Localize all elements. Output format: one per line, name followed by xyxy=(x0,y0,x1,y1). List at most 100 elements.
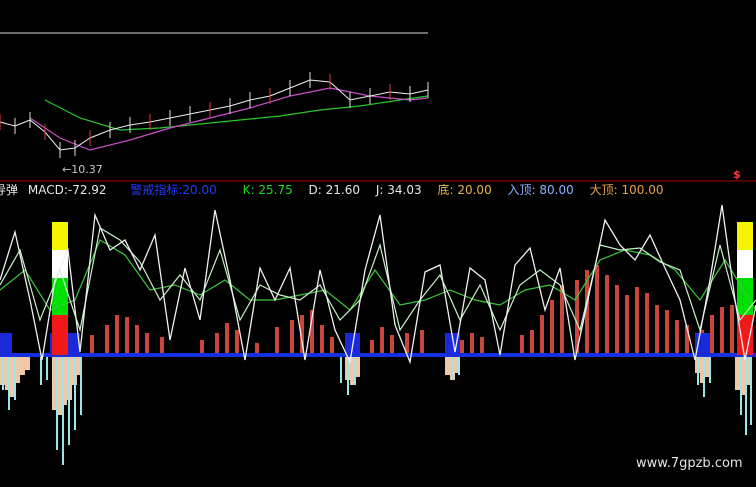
blue-block xyxy=(695,333,710,355)
red-bar xyxy=(200,340,204,355)
top-readout: 大顶: 100.00 xyxy=(590,183,670,197)
red-bar xyxy=(420,330,424,355)
red-bar xyxy=(615,285,619,355)
macd-readout: MACD:-72.92 xyxy=(28,183,117,197)
peach-bar xyxy=(445,355,450,375)
bottom-readout: 底: 20.00 xyxy=(437,183,501,197)
blue-block xyxy=(0,333,12,355)
red-bar xyxy=(330,337,334,355)
cyan-bar xyxy=(2,355,4,390)
price-low-annotation: ←10.37 xyxy=(62,163,103,176)
red-bar xyxy=(520,335,524,355)
red-bar xyxy=(320,325,324,355)
red-bar xyxy=(275,327,279,355)
top-label: 大顶: xyxy=(589,183,618,197)
red-bar xyxy=(530,330,534,355)
red-bar xyxy=(665,310,669,355)
faded-label: 警戒指标: xyxy=(130,183,183,197)
indicator-header: 导弹 MACD:-72.92 警戒指标:20.00 K: 25.75 D: 21… xyxy=(0,182,675,198)
red-bar xyxy=(480,337,484,355)
red-bar xyxy=(645,293,649,355)
band-white xyxy=(737,250,753,278)
histogram-bars xyxy=(0,265,756,465)
peach-bar xyxy=(20,355,25,375)
red-bar xyxy=(115,315,119,355)
ma-green-line xyxy=(44,95,429,131)
entry-label: 入顶: xyxy=(507,183,536,197)
band-yellow xyxy=(52,222,68,250)
entry-readout: 入顶: 80.00 xyxy=(508,183,584,197)
j-readout: J: 34.03 xyxy=(376,183,432,197)
peach-bar xyxy=(25,355,30,370)
top-value: 100.00 xyxy=(621,183,664,197)
red-bar xyxy=(370,340,374,355)
cyan-bar xyxy=(46,355,48,380)
red-bar xyxy=(145,333,149,355)
red-bar xyxy=(460,340,464,355)
cyan-bar xyxy=(68,355,70,445)
price-panel xyxy=(0,72,429,158)
red-bar xyxy=(380,327,384,355)
kdj-j-line xyxy=(0,204,756,365)
faded-value: 20.00 xyxy=(182,183,217,197)
dollar-marker: $ xyxy=(733,168,741,181)
stock-chart xyxy=(0,32,756,465)
cyan-bar xyxy=(8,355,10,410)
red-bar xyxy=(390,335,394,355)
cyan-bar xyxy=(14,355,16,400)
k-readout: K: 25.75 xyxy=(243,183,303,197)
red-bar xyxy=(720,307,724,355)
cyan-bar xyxy=(709,355,711,383)
red-bar xyxy=(560,285,564,355)
red-bar xyxy=(135,325,139,355)
cyan-bar xyxy=(750,355,752,425)
red-bar xyxy=(105,325,109,355)
red-bar xyxy=(235,330,239,355)
cyan-bar xyxy=(62,355,64,465)
price-low-value: 10.37 xyxy=(71,163,103,176)
red-bar xyxy=(225,323,229,355)
red-bar xyxy=(125,317,129,355)
band-yellow xyxy=(737,222,753,250)
cyan-bar xyxy=(56,355,58,450)
red-bar xyxy=(635,287,639,355)
cyan-bar xyxy=(745,355,747,435)
cyan-bar xyxy=(703,355,705,397)
red-bar xyxy=(625,295,629,355)
cyan-bar xyxy=(458,355,460,375)
red-bar xyxy=(675,320,679,355)
cyan-bar xyxy=(80,355,82,415)
cyan-bar xyxy=(340,355,342,383)
red-bar xyxy=(290,320,294,355)
indicator-name: 导弹 xyxy=(0,183,19,197)
peach-bar xyxy=(735,355,740,390)
red-bar xyxy=(710,315,714,355)
d-value: 21.60 xyxy=(325,183,361,197)
cyan-bar xyxy=(451,355,453,380)
left-arrow-icon: ← xyxy=(62,163,72,176)
red-bar xyxy=(655,305,659,355)
j-value: 34.03 xyxy=(387,183,422,197)
cyan-bar xyxy=(740,355,742,415)
red-bar xyxy=(215,333,219,355)
faded-readout: 警戒指标:20.00 xyxy=(130,183,226,197)
red-bar xyxy=(595,265,599,355)
d-readout: D: 21.60 xyxy=(309,183,370,197)
kdj-k-line xyxy=(0,227,756,333)
red-bar xyxy=(550,300,554,355)
d-label: D: xyxy=(308,183,322,197)
k-value: 25.75 xyxy=(258,183,293,197)
cyan-bar xyxy=(697,355,699,385)
j-label: J: xyxy=(375,183,384,197)
red-bar xyxy=(605,275,609,355)
red-bar xyxy=(730,305,734,355)
red-bar xyxy=(470,333,474,355)
macd-value: -72.92 xyxy=(67,183,107,197)
bottom-label: 底: xyxy=(437,183,454,197)
band-red xyxy=(52,315,68,355)
watermark: www.7gpzb.com xyxy=(636,456,743,471)
entry-value: 80.00 xyxy=(539,183,574,197)
kdj-lines xyxy=(0,204,756,365)
cyan-bar xyxy=(74,355,76,430)
red-bar xyxy=(90,335,94,355)
